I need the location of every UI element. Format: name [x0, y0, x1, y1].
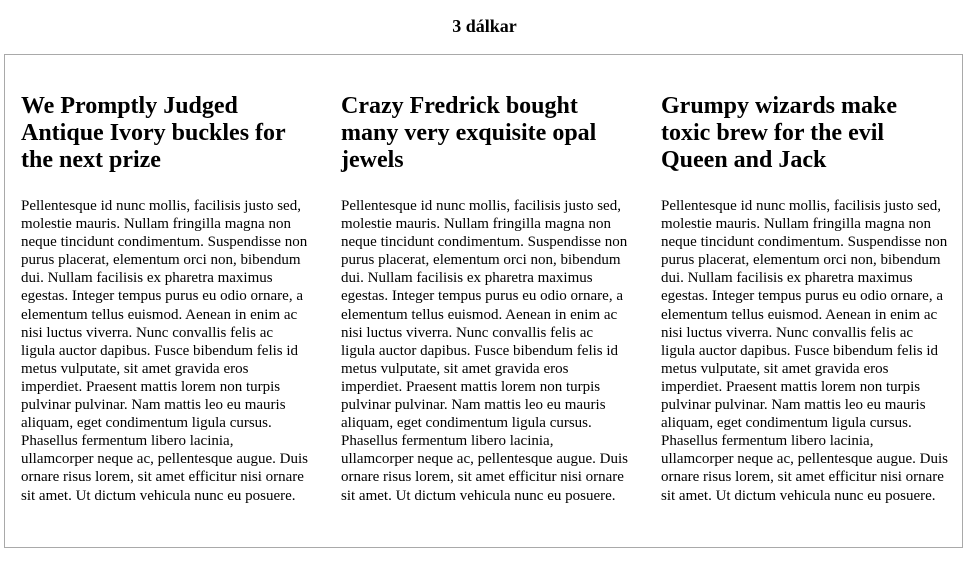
- column-1-heading: We Promptly Judged Antique Ivory buckles…: [21, 93, 286, 173]
- column-1: We Promptly Judged Antique Ivory buckles…: [21, 93, 308, 505]
- column-3-text: Pellentesque id nunc mollis, facilisis j…: [661, 198, 948, 504]
- column-1-text: Pellentesque id nunc mollis, facilisis j…: [21, 198, 308, 504]
- three-column-layout: We Promptly Judged Antique Ivory buckles…: [21, 93, 948, 505]
- column-3: Grumpy wizards make toxic brew for the e…: [661, 93, 948, 505]
- column-2: Crazy Fredrick bought many very exquisit…: [341, 93, 628, 505]
- column-2-text: Pellentesque id nunc mollis, facilisis j…: [341, 198, 628, 504]
- page-title: 3 dálkar: [452, 16, 517, 36]
- column-2-heading: Crazy Fredrick bought many very exquisit…: [341, 93, 597, 173]
- column-3-heading: Grumpy wizards make toxic brew for the e…: [661, 93, 897, 173]
